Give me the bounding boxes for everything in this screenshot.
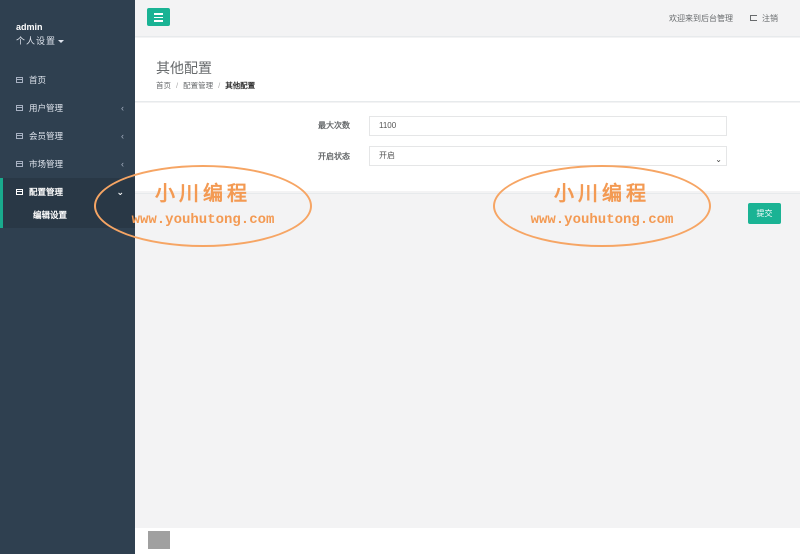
page-heading: 其他配置 首页 / 配置管理 / 其他配置	[135, 38, 800, 102]
table-icon	[16, 160, 23, 167]
profile-settings-label: 个人设置	[16, 36, 57, 46]
breadcrumb: 首页 / 配置管理 / 其他配置	[156, 80, 255, 91]
hamburger-icon	[154, 20, 163, 22]
watermark-url: www.youhutong.com	[131, 212, 275, 228]
watermark-right: 小川编程 www.youhutong.com	[493, 165, 711, 247]
hamburger-icon	[154, 13, 163, 15]
caret-down-icon	[58, 40, 65, 44]
top-navbar: 欢迎来到后台管理 注销	[135, 0, 800, 37]
sign-out-icon	[750, 15, 757, 21]
watermark-name: 小川编程	[155, 183, 251, 205]
watermark-name: 小川编程	[554, 183, 650, 205]
table-icon	[16, 132, 23, 139]
chevron-left-icon: ‹	[121, 131, 124, 141]
watermark-left: 小川编程 www.youhutong.com	[94, 165, 312, 247]
user-profile: admin 个人设置	[0, 0, 135, 66]
sidebar-item-label: 市场管理	[29, 159, 64, 169]
sidebar-item-label: 会员管理	[29, 131, 64, 141]
breadcrumb-home[interactable]: 首页	[156, 81, 171, 90]
breadcrumb-separator: /	[176, 81, 179, 90]
chevron-left-icon: ‹	[121, 103, 124, 113]
welcome-message: 欢迎来到后台管理	[669, 14, 733, 23]
footer	[135, 528, 800, 554]
sidebar-item-label: 首页	[29, 75, 47, 85]
logout-link[interactable]: 注销	[750, 13, 778, 24]
max-count-label: 最大次数	[318, 121, 350, 130]
hamburger-icon	[154, 16, 163, 18]
status-selected-value: 开启	[379, 151, 395, 160]
breadcrumb-current: 其他配置	[225, 81, 256, 90]
page-title: 其他配置	[156, 60, 212, 76]
breadcrumb-separator: /	[218, 81, 221, 90]
logout-label: 注销	[762, 14, 778, 23]
user-name: admin	[16, 22, 43, 32]
table-icon	[16, 104, 23, 111]
sidebar: admin 个人设置 首页 用户管理 ‹ 会员管理 ‹ 市场管理 ‹ 配置管理 …	[0, 0, 135, 554]
status-label: 开启状态	[318, 152, 350, 161]
sidebar-item-market[interactable]: 市场管理 ‹	[0, 150, 135, 178]
table-icon	[16, 76, 23, 83]
watermark-url: www.youhutong.com	[530, 212, 674, 228]
chevron-left-icon: ‹	[121, 159, 124, 169]
table-icon	[16, 188, 23, 195]
footer-block	[148, 531, 170, 549]
profile-settings-dropdown[interactable]: 个人设置	[16, 34, 135, 47]
sidebar-item-users[interactable]: 用户管理 ‹	[0, 94, 135, 122]
status-select[interactable]: 开启 ⌄	[369, 146, 727, 166]
sidebar-subitem-label: 编辑设置	[33, 210, 68, 220]
sidebar-item-label: 用户管理	[29, 103, 64, 113]
max-count-input[interactable]: 1100	[369, 116, 727, 136]
sidebar-item-members[interactable]: 会员管理 ‹	[0, 122, 135, 150]
submit-button[interactable]: 提交	[748, 203, 781, 224]
menu-toggle-button[interactable]	[147, 8, 170, 26]
sidebar-item-label: 配置管理	[29, 187, 64, 197]
sidebar-item-home[interactable]: 首页	[0, 66, 135, 94]
breadcrumb-config[interactable]: 配置管理	[183, 81, 213, 90]
chevron-down-icon: ⌄	[715, 155, 722, 164]
